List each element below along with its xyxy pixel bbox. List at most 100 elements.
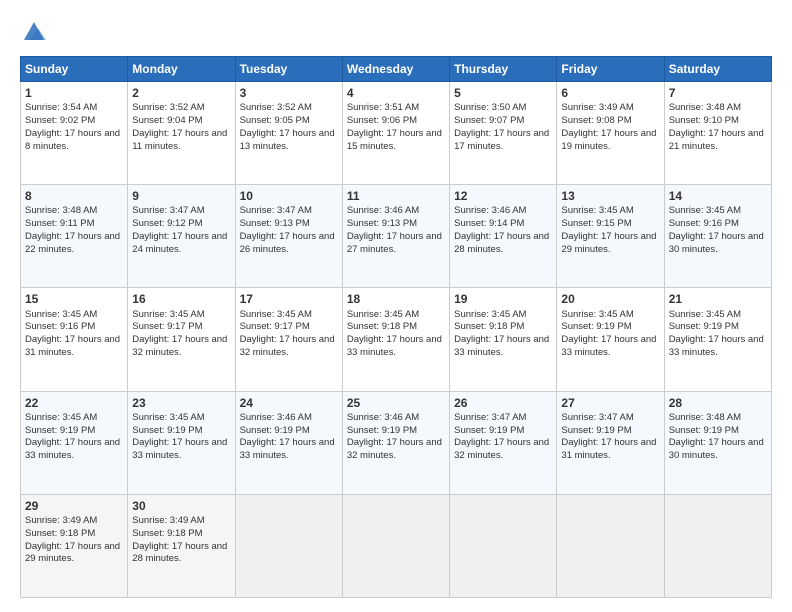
- calendar-cell: 27Sunrise: 3:47 AMSunset: 9:19 PMDayligh…: [557, 391, 664, 494]
- calendar-cell: 4Sunrise: 3:51 AMSunset: 9:06 PMDaylight…: [342, 82, 449, 185]
- calendar-cell: 30Sunrise: 3:49 AMSunset: 9:18 PMDayligh…: [128, 494, 235, 597]
- daylight-text: Daylight: 17 hours and 8 minutes.: [25, 128, 120, 152]
- day-number: 24: [240, 395, 338, 411]
- day-number: 30: [132, 498, 230, 514]
- page: SundayMondayTuesdayWednesdayThursdayFrid…: [0, 0, 792, 612]
- day-number: 8: [25, 188, 123, 204]
- sunrise-text: Sunrise: 3:46 AM: [454, 205, 526, 216]
- daylight-text: Daylight: 17 hours and 33 minutes.: [454, 334, 549, 358]
- daylight-text: Daylight: 17 hours and 32 minutes.: [132, 334, 227, 358]
- daylight-text: Daylight: 17 hours and 28 minutes.: [132, 541, 227, 565]
- sunset-text: Sunset: 9:10 PM: [669, 115, 739, 126]
- sunrise-text: Sunrise: 3:45 AM: [132, 309, 204, 320]
- day-number: 9: [132, 188, 230, 204]
- calendar-cell: 9Sunrise: 3:47 AMSunset: 9:12 PMDaylight…: [128, 185, 235, 288]
- sunset-text: Sunset: 9:07 PM: [454, 115, 524, 126]
- calendar-cell: 5Sunrise: 3:50 AMSunset: 9:07 PMDaylight…: [450, 82, 557, 185]
- day-number: 15: [25, 291, 123, 307]
- calendar-cell: 24Sunrise: 3:46 AM Sunset: 9:19 PMDayligh…: [235, 391, 342, 494]
- day-number: 2: [132, 85, 230, 101]
- daylight-text: Daylight: 17 hours and 32 minutes.: [454, 437, 549, 461]
- day-number: 29: [25, 498, 123, 514]
- calendar-cell: 8Sunrise: 3:48 AMSunset: 9:11 PMDaylight…: [21, 185, 128, 288]
- day-number: 18: [347, 291, 445, 307]
- calendar-cell: 16Sunrise: 3:45 AMSunset: 9:17 PMDayligh…: [128, 288, 235, 391]
- daylight-text: Daylight: 17 hours and 17 minutes.: [454, 128, 549, 152]
- daylight-text: Daylight: 17 hours and 26 minutes.: [240, 231, 335, 255]
- calendar-cell: 1Sunrise: 3:54 AMSunset: 9:02 PMDaylight…: [21, 82, 128, 185]
- daylight-text: Daylight: 17 hours and 28 minutes.: [454, 231, 549, 255]
- col-header-wednesday: Wednesday: [342, 57, 449, 82]
- daylight-text: Daylight: 17 hours and 33 minutes.: [561, 334, 656, 358]
- sunset-text: Sunset: 9:19 PM: [240, 425, 310, 436]
- calendar-cell: 14Sunrise: 3:45 AMSunset: 9:16 PMDayligh…: [664, 185, 771, 288]
- day-number: 19: [454, 291, 552, 307]
- day-number: 20: [561, 291, 659, 307]
- sunset-text: Sunset: 9:14 PM: [454, 218, 524, 229]
- daylight-text: Daylight: 17 hours and 21 minutes.: [669, 128, 764, 152]
- calendar-cell: 17Sunrise: 3:45 AMSunset: 9:17 PMDayligh…: [235, 288, 342, 391]
- col-header-saturday: Saturday: [664, 57, 771, 82]
- calendar-cell: 23Sunrise: 3:45 AMSunset: 9:19 PMDayligh…: [128, 391, 235, 494]
- sunrise-text: Sunrise: 3:47 AM: [240, 205, 312, 216]
- sunrise-text: Sunrise: 3:48 AM: [669, 412, 741, 423]
- daylight-text: Daylight: 17 hours and 32 minutes.: [347, 437, 442, 461]
- calendar-cell: 6Sunrise: 3:49 AMSunset: 9:08 PMDaylight…: [557, 82, 664, 185]
- header: [20, 18, 772, 46]
- sunrise-text: Sunrise: 3:48 AM: [669, 102, 741, 113]
- daylight-text: Daylight: 17 hours and 30 minutes.: [669, 231, 764, 255]
- calendar-cell: 21Sunrise: 3:45 AMSunset: 9:19 PMDayligh…: [664, 288, 771, 391]
- day-number: 7: [669, 85, 767, 101]
- calendar-week-row: 15Sunrise: 3:45 AMSunset: 9:16 PMDayligh…: [21, 288, 772, 391]
- calendar-cell: 13Sunrise: 3:45 AMSunset: 9:15 PMDayligh…: [557, 185, 664, 288]
- sunrise-text: Sunrise: 3:45 AM: [669, 309, 741, 320]
- sunrise-text: Sunrise: 3:46 AM: [240, 412, 312, 423]
- calendar-week-row: 29Sunrise: 3:49 AMSunset: 9:18 PMDayligh…: [21, 494, 772, 597]
- calendar-cell: 20 Sunrise: 3:45 AMSunset: 9:19 PM Dayligh…: [557, 288, 664, 391]
- sunset-text: Sunset: 9:19 PM: [25, 425, 95, 436]
- sunrise-text: Sunrise: 3:45 AM: [240, 309, 312, 320]
- day-number: 27: [561, 395, 659, 411]
- sunrise-text: Sunrise: 3:45 AM: [454, 309, 526, 320]
- day-number: 25: [347, 395, 445, 411]
- sunrise-text: Sunrise: 3:52 AM: [240, 102, 312, 113]
- calendar-cell: 22Sunrise: 3:45 AMSunset: 9:19 PMDayligh…: [21, 391, 128, 494]
- sunrise-text: Sunrise: 3:52 AM: [132, 102, 204, 113]
- daylight-text: Daylight: 17 hours and 33 minutes.: [240, 437, 335, 461]
- calendar-cell: [450, 494, 557, 597]
- sunset-text: Sunset: 9:18 PM: [132, 528, 202, 539]
- calendar-cell: 2Sunrise: 3:52 AMSunset: 9:04 PMDaylight…: [128, 82, 235, 185]
- sunset-text: Sunset: 9:19 PM: [561, 425, 631, 436]
- sunset-text: Sunset: 9:05 PM: [240, 115, 310, 126]
- calendar-cell: 19Sunrise: 3:45 AMSunset: 9:18 PMDayligh…: [450, 288, 557, 391]
- sunrise-text: Sunrise: 3:47 AM: [454, 412, 526, 423]
- day-number: 17: [240, 291, 338, 307]
- calendar-cell: 28Sunrise: 3:48 AMSunset: 9:19 PMDayligh…: [664, 391, 771, 494]
- sunset-text: Sunset: 9:06 PM: [347, 115, 417, 126]
- daylight-text: Daylight: 17 hours and 33 minutes.: [132, 437, 227, 461]
- sunset-text: Sunset: 9:02 PM: [25, 115, 95, 126]
- calendar-cell: 12Sunrise: 3:46 AMSunset: 9:14 PMDayligh…: [450, 185, 557, 288]
- daylight-text: Daylight: 17 hours and 31 minutes.: [561, 437, 656, 461]
- calendar-cell: 11Sunrise: 3:46 AMSunset: 9:13 PMDayligh…: [342, 185, 449, 288]
- calendar-cell: [664, 494, 771, 597]
- sunrise-text: Sunrise: 3:45 AM: [561, 309, 633, 320]
- sunset-text: Sunset: 9:12 PM: [132, 218, 202, 229]
- daylight-text: Daylight: 17 hours and 24 minutes.: [132, 231, 227, 255]
- sunset-text: Sunset: 9:19 PM: [561, 321, 631, 332]
- sunrise-text: Sunrise: 3:45 AM: [132, 412, 204, 423]
- col-header-sunday: Sunday: [21, 57, 128, 82]
- sunrise-text: Sunrise: 3:54 AM: [25, 102, 97, 113]
- daylight-text: Daylight: 17 hours and 19 minutes.: [561, 128, 656, 152]
- calendar-table: SundayMondayTuesdayWednesdayThursdayFrid…: [20, 56, 772, 598]
- sunset-text: Sunset: 9:13 PM: [347, 218, 417, 229]
- calendar-header-row: SundayMondayTuesdayWednesdayThursdayFrid…: [21, 57, 772, 82]
- sunrise-text: Sunrise: 3:46 AM: [347, 412, 419, 423]
- day-number: 26: [454, 395, 552, 411]
- daylight-text: Daylight: 17 hours and 15 minutes.: [347, 128, 442, 152]
- day-number: 4: [347, 85, 445, 101]
- day-number: 28: [669, 395, 767, 411]
- sunset-text: Sunset: 9:19 PM: [669, 425, 739, 436]
- sunrise-text: Sunrise: 3:45 AM: [669, 205, 741, 216]
- sunrise-text: Sunrise: 3:50 AM: [454, 102, 526, 113]
